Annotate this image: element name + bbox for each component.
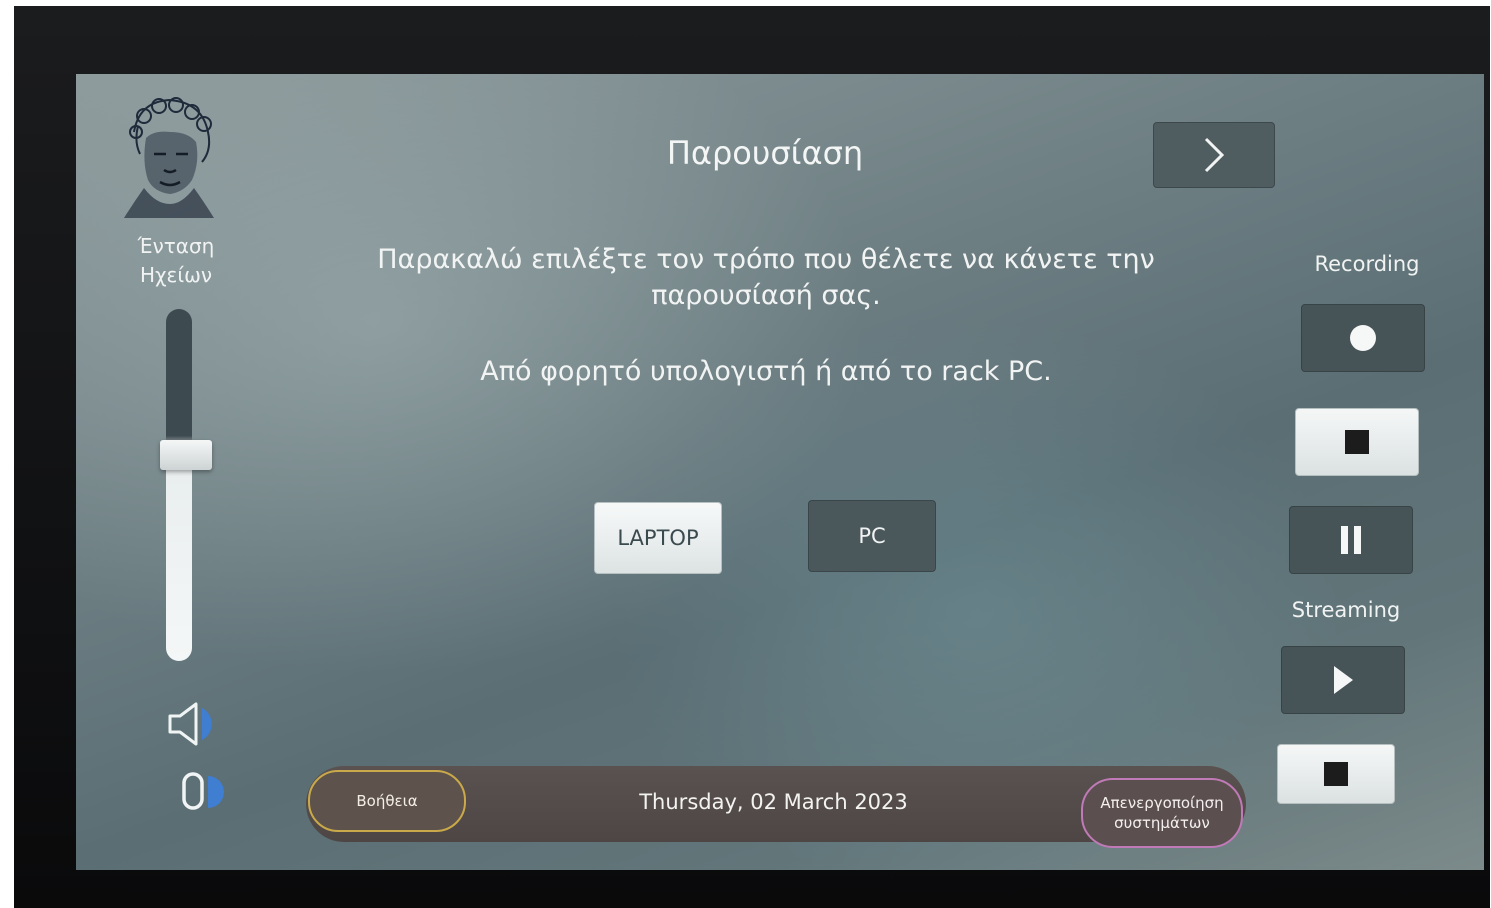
pc-button[interactable]: PC <box>808 500 936 572</box>
volume-title: Ένταση Ηχείων <box>137 234 215 287</box>
sub-instruction-text: Από φορητό υπολογιστή ή από το rack PC. <box>480 356 1052 387</box>
record-icon <box>1350 325 1376 351</box>
mute-icon[interactable] <box>180 770 230 814</box>
play-icon <box>1334 666 1353 694</box>
laptop-button[interactable]: LAPTOP <box>594 502 722 574</box>
recording-label: Recording <box>1314 252 1420 276</box>
pause-icon <box>1341 526 1361 554</box>
stream-stop-button[interactable] <box>1277 744 1395 804</box>
chevron-right-icon <box>1204 137 1225 173</box>
shutdown-systems-button[interactable]: Απενεργοποίηση συστημάτων <box>1081 778 1243 848</box>
streaming-label: Streaming <box>1291 598 1401 622</box>
touch-panel-screen: Ένταση Ηχείων Παρουσίαση Παρακαλώ επιλέξ… <box>76 74 1484 870</box>
instruction-text: Παρακαλώ επιλέξτε τον τρόπο που θέλετε ν… <box>377 244 1155 311</box>
record-stop-button[interactable] <box>1295 408 1419 476</box>
next-button[interactable] <box>1153 122 1275 188</box>
stop-icon <box>1324 762 1348 786</box>
record-start-button[interactable] <box>1301 304 1425 372</box>
volume-slider-handle[interactable] <box>160 440 212 470</box>
volume-slider-track[interactable] <box>166 309 192 661</box>
record-pause-button[interactable] <box>1289 506 1413 574</box>
date-display: Thursday, 02 March 2023 <box>639 790 908 814</box>
stop-icon <box>1345 430 1369 454</box>
device-bezel: Ένταση Ηχείων Παρουσίαση Παρακαλώ επιλέξ… <box>14 6 1490 908</box>
help-button[interactable]: Βοήθεια <box>308 770 466 832</box>
stream-play-button[interactable] <box>1281 646 1405 714</box>
speaker-icon[interactable] <box>166 702 226 746</box>
